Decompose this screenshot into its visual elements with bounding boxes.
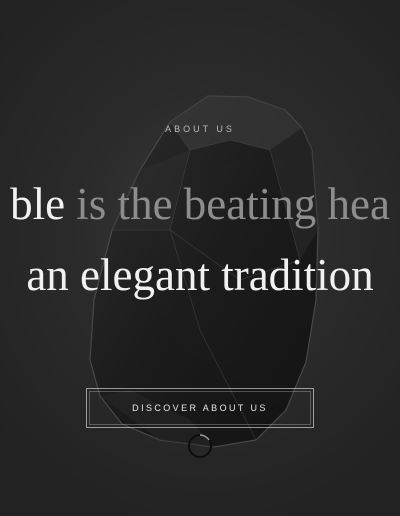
headline-phrase-dim: is the beating hea xyxy=(76,179,390,229)
headline-word-bright: ble xyxy=(10,179,66,229)
circle-scroll-icon[interactable] xyxy=(187,433,213,459)
discover-about-us-button[interactable]: DISCOVER ABOUT US xyxy=(86,388,314,428)
headline-line-1: ble is the beating hea xyxy=(0,182,400,227)
section-eyebrow: ABOUT US xyxy=(165,124,235,134)
hero-section: ABOUT US ble is the beating hea an elega… xyxy=(0,0,400,516)
headline-line-2: an elegant tradition xyxy=(26,250,374,300)
discover-button-label: DISCOVER ABOUT US xyxy=(132,403,268,413)
